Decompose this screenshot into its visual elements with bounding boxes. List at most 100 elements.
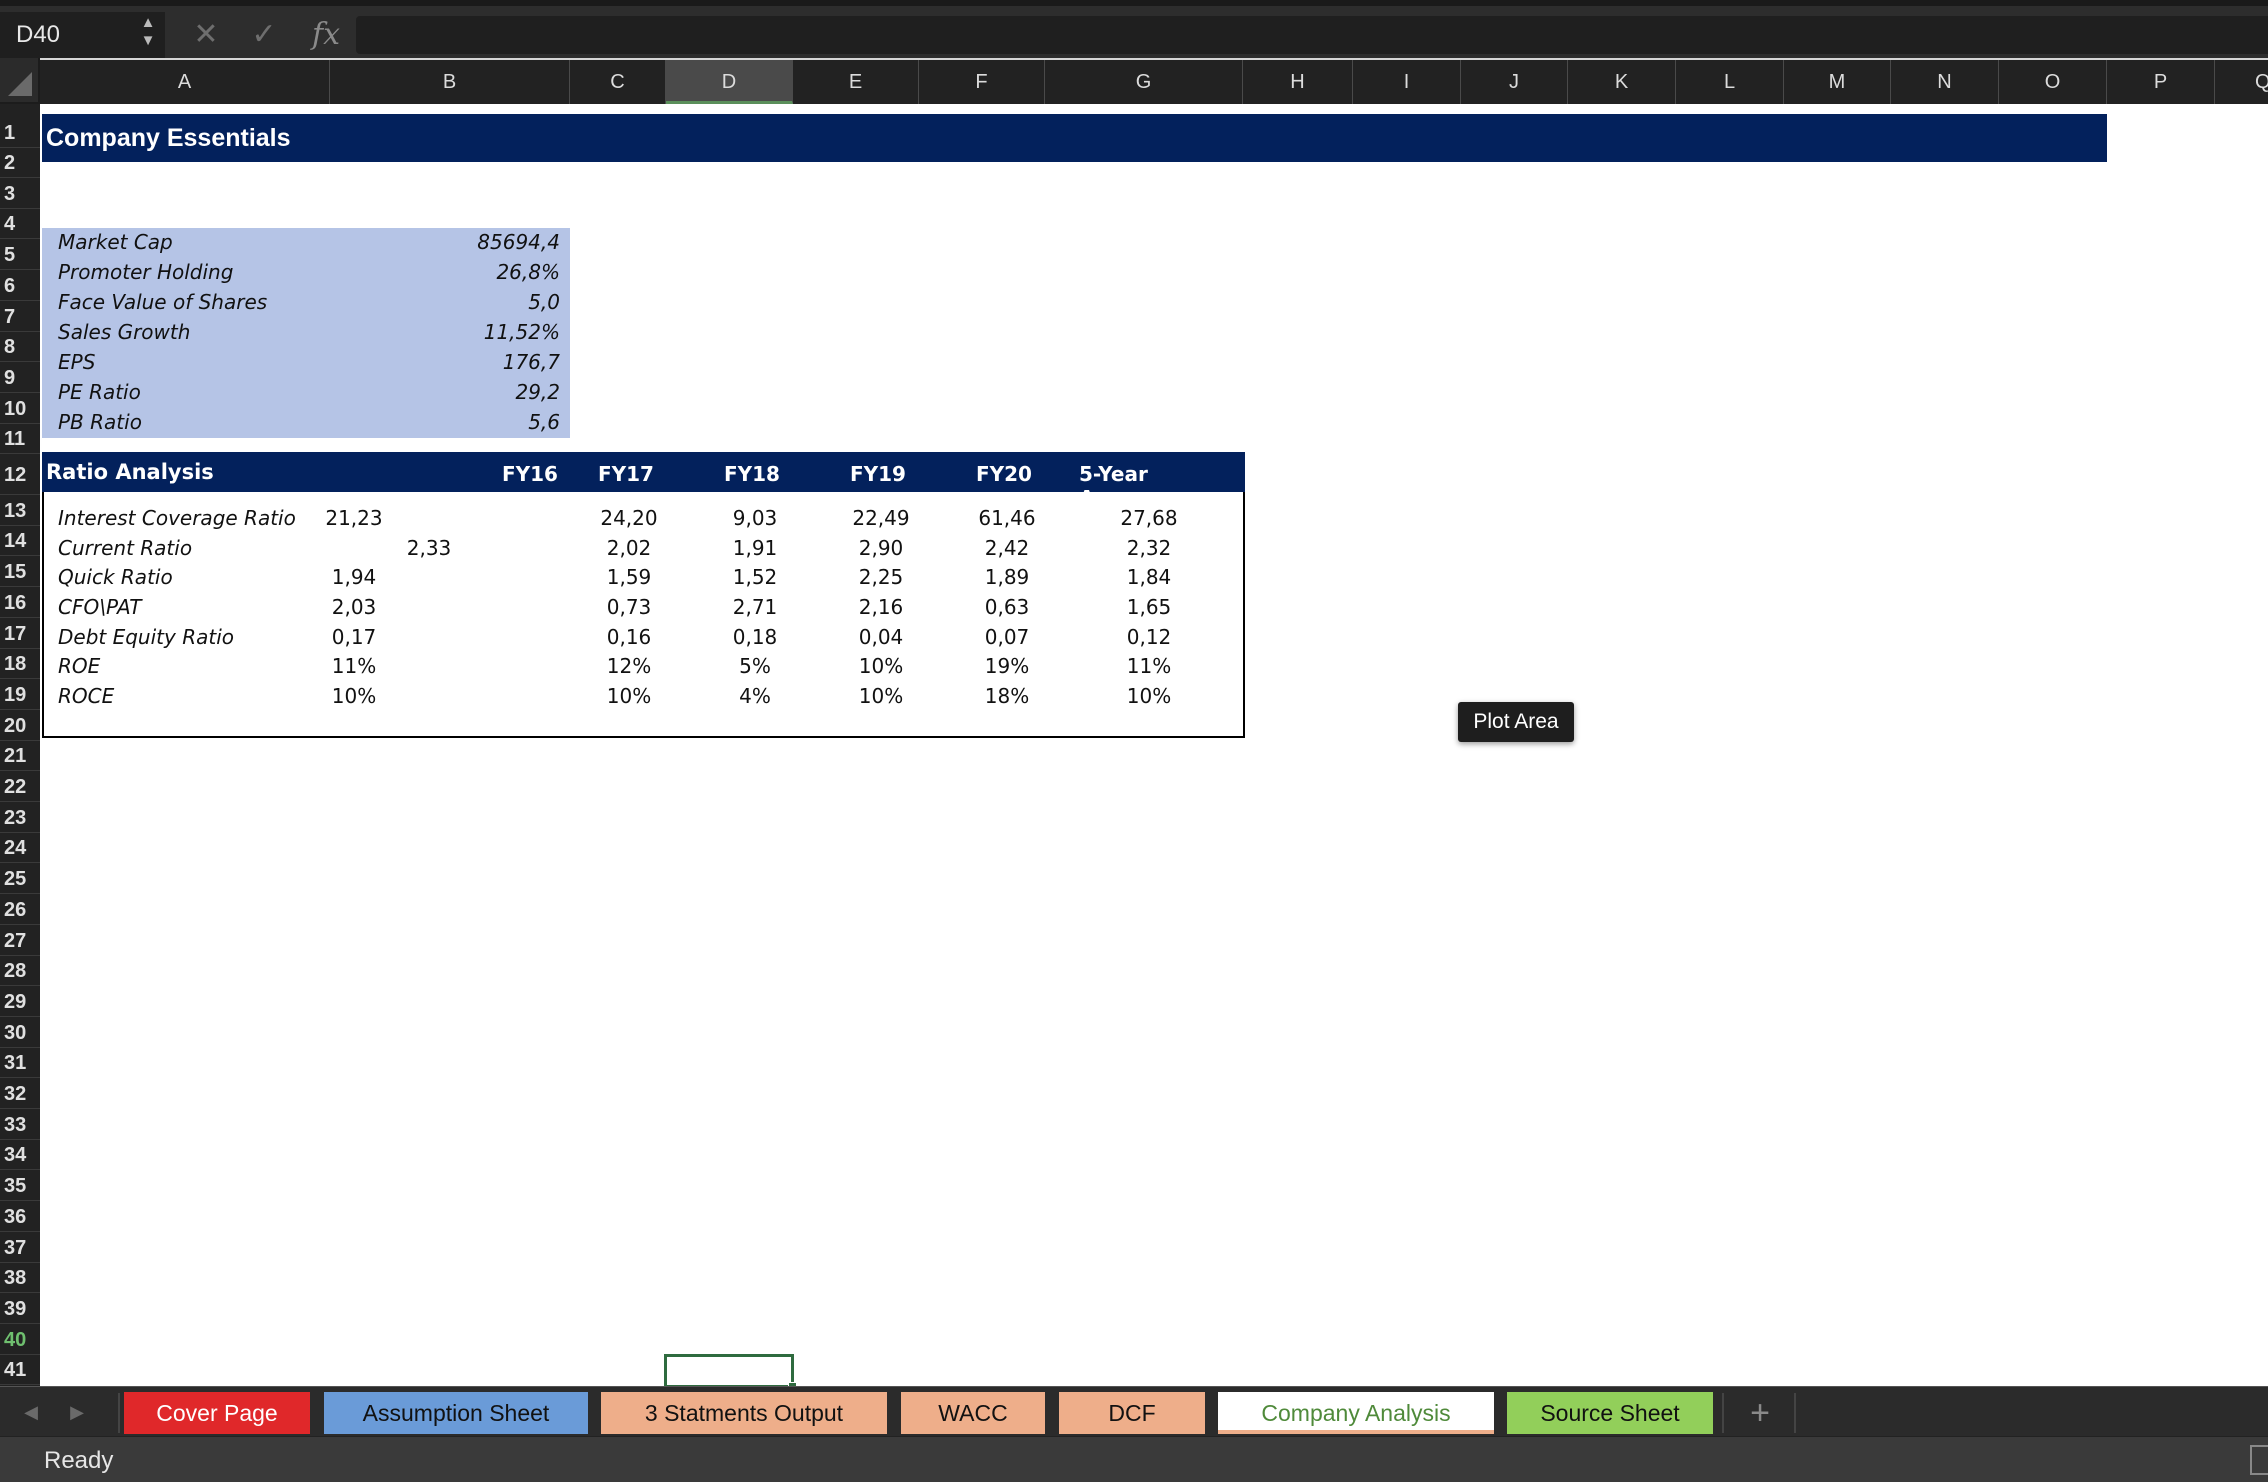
ratio-value: 12% bbox=[606, 654, 652, 678]
column-header-j[interactable]: J bbox=[1461, 60, 1568, 104]
add-sheet-icon[interactable]: + bbox=[1732, 1392, 1788, 1434]
row-header-3[interactable]: 3 bbox=[0, 179, 40, 209]
row-header-23[interactable]: 23 bbox=[0, 803, 40, 833]
row-header-24[interactable]: 24 bbox=[0, 833, 40, 864]
essentials-row[interactable]: EPS 176,7 bbox=[42, 348, 570, 378]
row-header-25[interactable]: 25 bbox=[0, 864, 40, 895]
row-header-1[interactable]: 1 bbox=[0, 104, 40, 148]
essentials-label: EPS bbox=[58, 350, 96, 374]
column-header-m[interactable]: M bbox=[1784, 60, 1891, 104]
column-header-h[interactable]: H bbox=[1243, 60, 1353, 104]
row-header-10[interactable]: 10 bbox=[0, 394, 40, 424]
ratio-row[interactable]: Interest Coverage Ratio 21,23 24,20 9,03 22,… bbox=[44, 504, 1247, 534]
row-header-38[interactable]: 38 bbox=[0, 1263, 40, 1294]
row-header-15[interactable]: 15 bbox=[0, 557, 40, 588]
column-header-p[interactable]: P bbox=[2107, 60, 2215, 104]
tab-separator bbox=[1722, 1393, 1724, 1433]
row-header-21[interactable]: 21 bbox=[0, 741, 40, 772]
row-header-8[interactable]: 8 bbox=[0, 332, 40, 363]
essentials-row[interactable]: Sales Growth 11,52% bbox=[42, 318, 570, 348]
row-header-4[interactable]: 4 bbox=[0, 209, 40, 240]
ratio-row[interactable]: Quick Ratio 1,94 1,59 1,52 2,25 1,89 1,84 bbox=[44, 563, 1247, 593]
row-header-29[interactable]: 29 bbox=[0, 987, 40, 1017]
tab-source-sheet[interactable]: Source Sheet bbox=[1507, 1392, 1713, 1434]
ratio-value: 1,65 bbox=[1126, 595, 1172, 619]
row-header-34[interactable]: 34 bbox=[0, 1140, 40, 1171]
tab-cover-page[interactable]: Cover Page bbox=[124, 1392, 310, 1434]
essentials-row[interactable]: PE Ratio 29,2 bbox=[42, 378, 570, 408]
row-header-20[interactable]: 20 bbox=[0, 711, 40, 741]
formula-input[interactable] bbox=[356, 16, 2268, 54]
row-header-2[interactable]: 2 bbox=[0, 148, 40, 178]
ratio-row[interactable]: ROCE 10% 10% 4% 10% 18% 10% bbox=[44, 682, 1247, 712]
row-header-36[interactable]: 36 bbox=[0, 1202, 40, 1232]
row-header-41[interactable]: 41 bbox=[0, 1355, 40, 1386]
row-header-7[interactable]: 7 bbox=[0, 302, 40, 332]
column-header-e[interactable]: E bbox=[793, 60, 919, 104]
ratio-row[interactable]: CFO\PAT 2,03 0,73 2,71 2,16 0,63 1,65 bbox=[44, 593, 1247, 623]
tab-assumption-sheet[interactable]: Assumption Sheet bbox=[324, 1392, 588, 1434]
ratio-value: 10% bbox=[331, 684, 377, 708]
column-header-l[interactable]: L bbox=[1676, 60, 1784, 104]
scroll-tabs-left-icon[interactable]: ◀ bbox=[16, 1395, 46, 1429]
row-header-32[interactable]: 32 bbox=[0, 1079, 40, 1109]
column-header-q[interactable]: Q bbox=[2215, 60, 2268, 104]
ratio-label: Quick Ratio bbox=[58, 565, 173, 589]
tab-wacc[interactable]: WACC bbox=[901, 1392, 1045, 1434]
scroll-tabs-right-icon[interactable]: ▶ bbox=[62, 1395, 92, 1429]
column-header-d[interactable]: D bbox=[666, 60, 793, 104]
row-header-12[interactable]: 12 bbox=[0, 455, 40, 495]
cancel-icon[interactable]: ✕ bbox=[186, 12, 226, 58]
row-header-39[interactable]: 39 bbox=[0, 1294, 40, 1324]
column-header-k[interactable]: K bbox=[1568, 60, 1676, 104]
column-header-g[interactable]: G bbox=[1045, 60, 1243, 104]
row-header-11[interactable]: 11 bbox=[0, 424, 40, 455]
row-header-40[interactable]: 40 bbox=[0, 1325, 40, 1355]
row-header-26[interactable]: 26 bbox=[0, 895, 40, 925]
column-header-c[interactable]: C bbox=[570, 60, 666, 104]
row-header-30[interactable]: 30 bbox=[0, 1018, 40, 1048]
row-header-14[interactable]: 14 bbox=[0, 526, 40, 557]
column-header-i[interactable]: I bbox=[1353, 60, 1461, 104]
column-header-b[interactable]: B bbox=[330, 60, 570, 104]
row-header-27[interactable]: 27 bbox=[0, 926, 40, 956]
cell-area[interactable]: Company Essentials Market Cap 85694,4 Pro… bbox=[40, 104, 2268, 1386]
view-toggle-icon[interactable] bbox=[2250, 1445, 2268, 1475]
row-header-16[interactable]: 16 bbox=[0, 588, 40, 618]
row-header-5[interactable]: 5 bbox=[0, 240, 40, 271]
name-box-stepper-icon[interactable]: ▲ ▼ bbox=[136, 14, 160, 56]
essentials-row[interactable]: Market Cap 85694,4 bbox=[42, 228, 570, 258]
essentials-row[interactable]: Promoter Holding 26,8% bbox=[42, 258, 570, 288]
row-headers: 1 2 3 4 5 6 7 8 9 10 11 12 13 14 15 16 17 18 19 20 21 22 23 24 2… bbox=[0, 104, 40, 1386]
tab-company-analysis[interactable]: Company Analysis bbox=[1218, 1392, 1494, 1434]
confirm-icon[interactable]: ✓ bbox=[244, 12, 284, 58]
row-header-33[interactable]: 33 bbox=[0, 1110, 40, 1140]
tab-3-statments-output[interactable]: 3 Statments Output bbox=[601, 1392, 887, 1434]
row-header-19[interactable]: 19 bbox=[0, 680, 40, 710]
header-fy16: FY16 bbox=[502, 462, 558, 486]
row-header-37[interactable]: 37 bbox=[0, 1233, 40, 1263]
insert-function-icon[interactable]: fx bbox=[306, 12, 346, 58]
column-header-f[interactable]: F bbox=[919, 60, 1045, 104]
essentials-row[interactable]: Face Value of Shares 5,0 bbox=[42, 288, 570, 318]
column-header-n[interactable]: N bbox=[1891, 60, 1999, 104]
ratio-value: 0,16 bbox=[606, 625, 652, 649]
select-all-button[interactable] bbox=[0, 58, 40, 104]
row-header-22[interactable]: 22 bbox=[0, 772, 40, 802]
row-header-13[interactable]: 13 bbox=[0, 496, 40, 526]
row-header-35[interactable]: 35 bbox=[0, 1171, 40, 1202]
row-header-28[interactable]: 28 bbox=[0, 956, 40, 987]
row-header-6[interactable]: 6 bbox=[0, 271, 40, 301]
row-header-31[interactable]: 31 bbox=[0, 1048, 40, 1079]
row-header-17[interactable]: 17 bbox=[0, 619, 40, 649]
ratio-row[interactable]: Current Ratio 2,33 2,02 1,91 2,90 2,42 2,32 bbox=[44, 534, 1247, 564]
ratio-row[interactable]: Debt Equity Ratio 0,17 0,16 0,18 0,04 0,07 0,1… bbox=[44, 623, 1247, 653]
ratio-row[interactable]: ROE 11% 12% 5% 10% 19% 11% bbox=[44, 652, 1247, 682]
column-header-a[interactable]: A bbox=[40, 60, 330, 104]
row-header-18[interactable]: 18 bbox=[0, 649, 40, 680]
column-header-o[interactable]: O bbox=[1999, 60, 2107, 104]
row-header-9[interactable]: 9 bbox=[0, 363, 40, 393]
selected-cell-d40[interactable] bbox=[664, 1354, 797, 1386]
tab-dcf[interactable]: DCF bbox=[1059, 1392, 1205, 1434]
essentials-row[interactable]: PB Ratio 5,6 bbox=[42, 408, 570, 438]
